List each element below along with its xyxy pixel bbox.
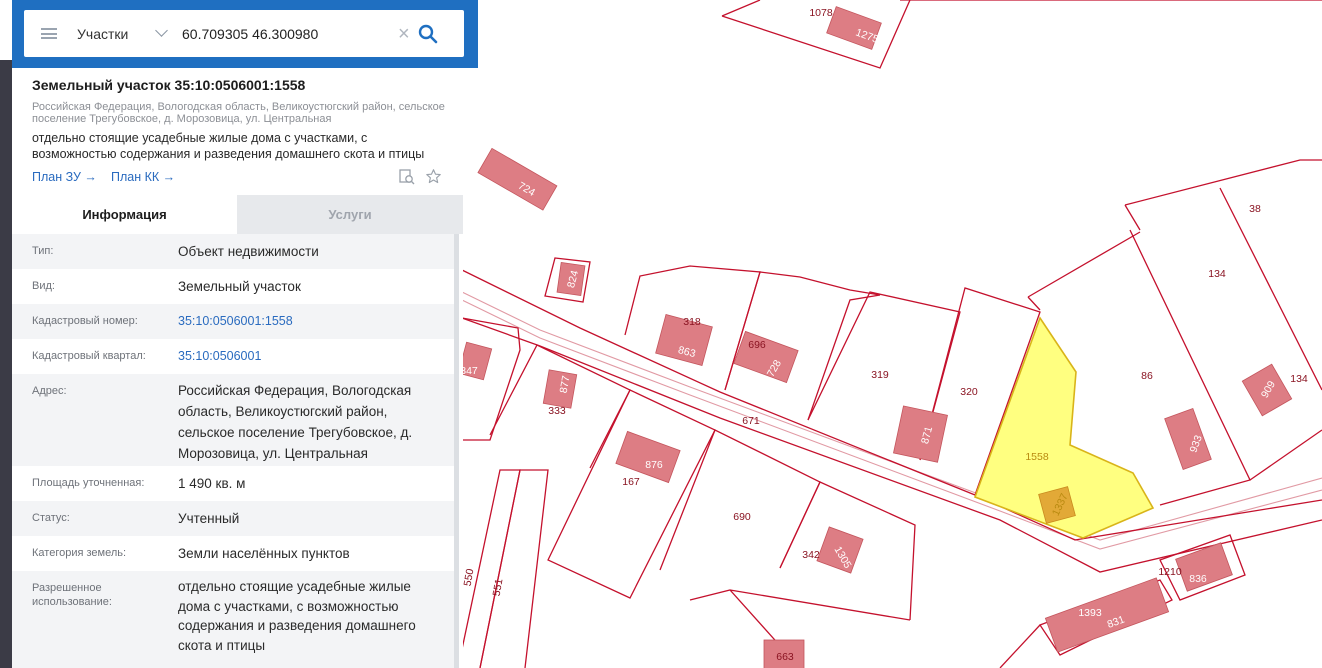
info-row: Разрешенное использование: отдельно стоя… <box>12 571 454 668</box>
map-label: 1210 <box>1158 566 1182 578</box>
info-panel: Участки × ‹ Земельный участок 35:10:0506… <box>0 0 483 668</box>
object-address: Российская Федерация, Вологодская област… <box>32 101 445 125</box>
map-label: 1393 <box>1078 607 1102 619</box>
map-label: 320 <box>960 386 978 398</box>
info-value: Объект недвижимости <box>178 244 319 259</box>
map-label: 319 <box>871 369 889 381</box>
menu-icon[interactable] <box>41 28 57 39</box>
map-label: 690 <box>733 511 751 523</box>
search-input[interactable] <box>180 24 384 43</box>
map-label: 1078 <box>809 7 833 19</box>
info-label: Кадастровый номер: <box>32 315 138 327</box>
info-row: Кадастровый номер: 35:10:0506001:1558 <box>12 304 454 339</box>
info-label: Категория земель: <box>32 547 127 559</box>
info-label: Адрес: <box>32 385 67 397</box>
info-label: Статус: <box>32 512 70 524</box>
info-row: Адрес: Российская Федерация, Вологодская… <box>12 374 454 466</box>
chevron-down-icon[interactable] <box>155 24 168 37</box>
map-label: 318 <box>683 316 701 328</box>
map-label: 836 <box>1189 573 1207 585</box>
collapse-panel-icon[interactable]: ‹ <box>478 26 483 44</box>
info-row: Статус: Учтенный <box>12 501 454 536</box>
info-value: Учтенный <box>178 511 240 526</box>
clear-icon[interactable]: × <box>398 24 410 44</box>
object-permitted-use: отдельно стоящие усадебные жилые дома с … <box>32 131 425 161</box>
map-label: 696 <box>748 339 766 351</box>
tab-information[interactable]: Информация <box>12 195 237 234</box>
info-row: Площадь уточненная: 1 490 кв. м <box>12 466 454 501</box>
map-label: 134 <box>1208 268 1226 280</box>
search-box: Участки × <box>24 10 464 57</box>
tab-services[interactable]: Услуги <box>237 195 463 234</box>
info-row: Вид: Земельный участок <box>12 269 454 304</box>
scrollbar[interactable] <box>454 234 459 668</box>
info-value: отдельно стоящие усадебные жилые дома с … <box>178 579 416 653</box>
map-label: 663 <box>776 651 794 663</box>
info-label: Площадь уточненная: <box>32 477 145 489</box>
info-value: Российская Федерация, Вологодская област… <box>178 383 413 461</box>
map-label: 167 <box>622 476 640 488</box>
panel-edge <box>0 60 12 668</box>
star-icon[interactable] <box>425 168 442 185</box>
info-label: Кадастровый квартал: <box>32 350 146 362</box>
info-row: Тип: Объект недвижимости <box>12 234 454 269</box>
info-row: Кадастровый квартал: 35:10:0506001 <box>12 339 454 374</box>
info-value: 1 490 кв. м <box>178 476 246 491</box>
info-value: Земельный участок <box>178 279 301 294</box>
map-label: 333 <box>548 405 566 417</box>
info-label: Тип: <box>32 245 54 257</box>
plan-kk-link[interactable]: План КК → <box>111 170 175 184</box>
map-label: 38 <box>1249 203 1261 215</box>
map-label: 671 <box>742 415 760 427</box>
map-label: 876 <box>645 459 663 471</box>
search-bar: Участки × ‹ <box>12 0 483 68</box>
search-icon[interactable] <box>418 24 438 44</box>
plan-zu-link[interactable]: План ЗУ → <box>32 170 97 184</box>
map-label: 86 <box>1141 370 1153 382</box>
info-label: Разрешенное использование: <box>32 582 112 608</box>
layer-select[interactable]: Участки <box>77 26 149 42</box>
object-title: Земельный участок 35:10:0506001:1558 <box>32 77 306 93</box>
info-value: Земли населённых пунктов <box>178 546 350 561</box>
map-label: 1558 <box>1025 451 1049 463</box>
cadastral-number-link[interactable]: 35:10:0506001:1558 <box>178 311 443 332</box>
tab-bar: Информация Услуги <box>12 195 463 234</box>
info-label: Вид: <box>32 280 55 292</box>
map-label: 134 <box>1290 373 1308 385</box>
map-label: 342 <box>802 549 820 561</box>
map-zoom-icon[interactable] <box>399 169 415 185</box>
info-row: Категория земель: Земли населённых пункт… <box>12 536 454 571</box>
cadastral-quarter-link[interactable]: 35:10:0506001 <box>178 346 443 367</box>
